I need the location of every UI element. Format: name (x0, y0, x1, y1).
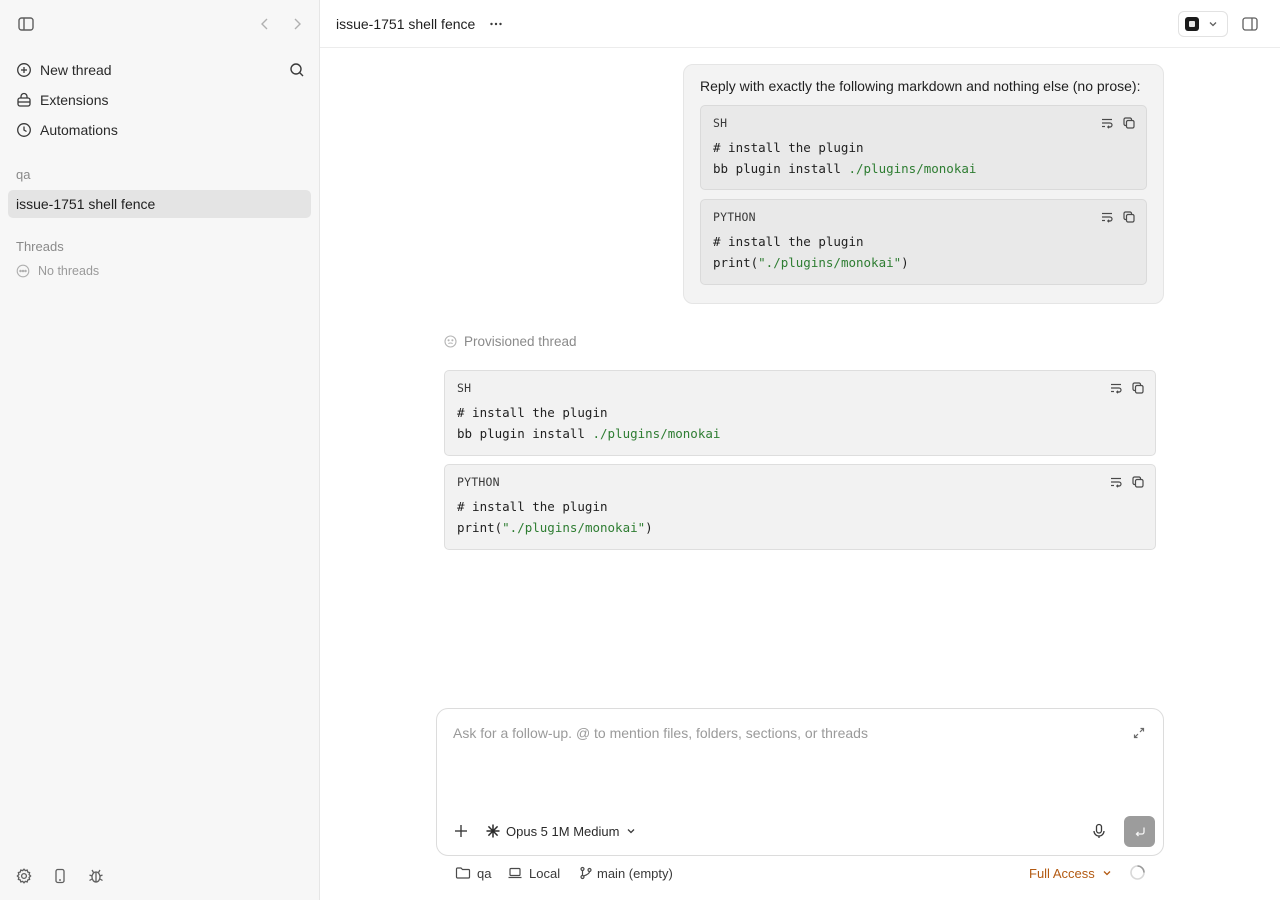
send-arrow-icon (1132, 824, 1148, 840)
follow-up-input[interactable] (453, 725, 1113, 741)
user-message: Reply with exactly the following markdow… (683, 64, 1164, 304)
expand-icon[interactable] (1132, 726, 1146, 740)
extensions-label: Extensions (40, 92, 109, 108)
code-block: PYTHON # install the plugin print("./plu… (700, 199, 1147, 285)
new-thread-button[interactable]: New thread (8, 56, 312, 84)
copy-icon[interactable] (1131, 475, 1145, 489)
settings-gear-icon[interactable] (15, 867, 33, 885)
no-threads-label: No threads (38, 264, 100, 278)
automations-button[interactable]: Automations (8, 116, 312, 144)
more-options-icon[interactable] (487, 15, 505, 33)
status-face-icon (444, 335, 457, 348)
laptop-icon (507, 865, 523, 881)
location-selector[interactable]: Local (507, 864, 560, 882)
sparkle-icon (485, 823, 501, 839)
add-attachment-icon[interactable] (453, 823, 469, 839)
access-level-label: Full Access (1029, 865, 1095, 881)
code-actions (1100, 116, 1136, 130)
code-language-label: PYTHON (713, 210, 756, 224)
chevron-down-icon (625, 825, 637, 837)
sidebar-thread-label: issue-1751 shell fence (16, 196, 156, 212)
chevron-right-icon[interactable] (289, 15, 305, 33)
automations-label: Automations (40, 122, 118, 138)
bug-icon[interactable] (87, 867, 105, 885)
branch-selector[interactable]: main (empty) (578, 864, 673, 882)
access-level-selector[interactable]: Full Access (1029, 864, 1113, 882)
copy-icon[interactable] (1122, 210, 1136, 224)
app-switcher-button[interactable] (1178, 11, 1228, 37)
thread-header: issue-1751 shell fence (320, 0, 1280, 48)
assistant-status: Provisioned thread (444, 334, 577, 349)
wrap-lines-icon[interactable] (1109, 381, 1123, 395)
plus-circle-icon (16, 62, 32, 78)
dots-circle-icon (16, 264, 30, 278)
extensions-icon (16, 92, 32, 108)
no-threads-placeholder: No threads (16, 264, 99, 278)
project-name: qa (477, 865, 492, 881)
copy-icon[interactable] (1131, 381, 1145, 395)
code-line: print("./plugins/monokai") (713, 255, 909, 270)
code-actions (1109, 475, 1145, 489)
project-label: qa (16, 167, 31, 182)
copy-icon[interactable] (1122, 116, 1136, 130)
code-language-label: SH (713, 116, 728, 130)
new-thread-label: New thread (40, 62, 112, 78)
composer: Opus 5 1M Medium (436, 708, 1164, 856)
sidebar: New thread Extensions Automations qa iss… (0, 0, 320, 900)
code-line: print("./plugins/monokai") (457, 520, 653, 535)
model-label: Opus 5 1M Medium (506, 823, 620, 839)
code-block: SH # install the plugin bb plugin instal… (444, 370, 1156, 456)
chevron-left-icon[interactable] (257, 15, 273, 33)
code-actions (1100, 210, 1136, 224)
threads-section-label: Threads (16, 239, 64, 254)
phone-icon[interactable] (51, 867, 69, 885)
model-selector[interactable]: Opus 5 1M Medium (485, 822, 637, 840)
sidebar-toggle-icon[interactable] (17, 15, 35, 33)
code-actions (1109, 381, 1145, 395)
code-block: PYTHON # install the plugin print("./plu… (444, 464, 1156, 550)
sidebar-thread-item[interactable]: issue-1751 shell fence (8, 190, 311, 218)
chevron-down-icon (1207, 18, 1219, 30)
code-line: bb plugin install ./plugins/monokai (457, 426, 721, 441)
code-line: # install the plugin (457, 499, 608, 514)
wrap-lines-icon[interactable] (1109, 475, 1123, 489)
code-language-label: PYTHON (457, 475, 500, 489)
microphone-icon[interactable] (1090, 822, 1108, 840)
send-button[interactable] (1124, 816, 1155, 847)
folder-icon (455, 865, 471, 881)
project-selector[interactable]: qa (455, 864, 491, 882)
code-block: SH # install the plugin bb plugin instal… (700, 105, 1147, 190)
assistant-status-label: Provisioned thread (464, 334, 577, 349)
location-name: Local (529, 865, 561, 881)
page-title: issue-1751 shell fence (336, 16, 476, 32)
code-line: bb plugin install ./plugins/monokai (713, 161, 977, 176)
code-language-label: SH (457, 381, 472, 395)
chevron-down-icon (1101, 867, 1113, 879)
sidebar-toolbar (0, 0, 320, 48)
wrap-lines-icon[interactable] (1100, 116, 1114, 130)
code-line: # install the plugin (713, 140, 864, 155)
code-line: # install the plugin (713, 234, 864, 249)
user-message-text: Reply with exactly the following markdow… (700, 78, 1141, 94)
app-logo-icon (1185, 17, 1199, 31)
loading-spinner-icon (1129, 864, 1146, 881)
wrap-lines-icon[interactable] (1100, 210, 1114, 224)
git-branch-icon (578, 865, 594, 881)
right-panel-toggle-icon[interactable] (1241, 15, 1259, 33)
extensions-button[interactable]: Extensions (8, 86, 312, 114)
clock-icon (16, 122, 32, 138)
branch-name: main (empty) (597, 865, 673, 881)
search-icon[interactable] (288, 61, 306, 79)
code-line: # install the plugin (457, 405, 608, 420)
